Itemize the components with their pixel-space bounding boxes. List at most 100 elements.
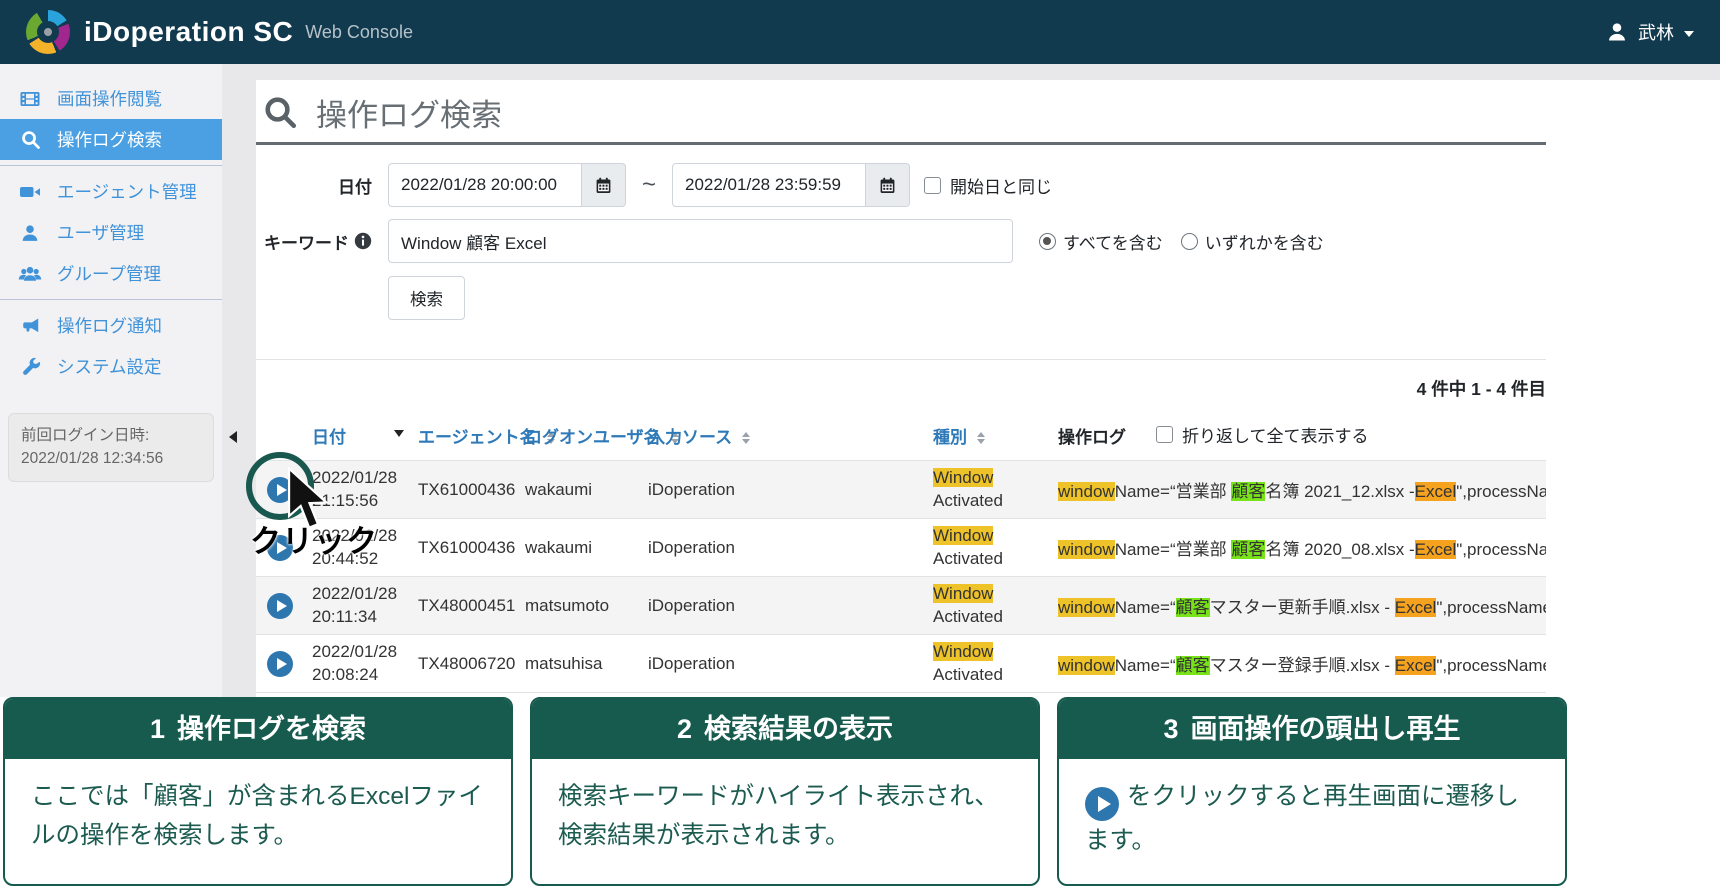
keyword-row: キーワード すべてを含む いずれかを含む	[256, 219, 1720, 263]
same-day-checkbox[interactable]	[924, 176, 942, 194]
tutorial-card-1: 1 操作ログを検索 ここでは「顧客」が含まれるExcelファイルの操作を検索します…	[3, 697, 513, 886]
column-header-label: 入力ソース	[648, 427, 733, 447]
sort-icon[interactable]	[742, 431, 751, 445]
date-from-calendar-button[interactable]	[582, 163, 626, 207]
tutorial-card-2: 2 検索結果の表示 検索キーワードがハイライト表示され、検索結果が表示されます。	[530, 697, 1040, 886]
search-form: 日付 ~	[256, 163, 1720, 320]
play-button[interactable]	[267, 650, 293, 677]
main-content: 操作ログ検索 日付 2022/01/28 20:00:00 ~ 2022/01/…	[256, 80, 1720, 693]
page-title-row: 操作ログ検索	[256, 80, 1546, 145]
sidebar-item[interactable]: 操作ログ通知	[0, 305, 222, 346]
keyword-input[interactable]	[388, 219, 1013, 263]
wrap-toggle[interactable]: 折り返して全て表示する	[1156, 422, 1369, 447]
wrap-checkbox-label: 折り返して全て表示する	[1182, 427, 1369, 446]
user-icon	[1609, 23, 1625, 41]
card-1-header: 1 操作ログを検索	[5, 699, 511, 759]
card-2-body: 検索キーワードがハイライト表示され、検索結果が表示されます。	[558, 783, 999, 850]
sidebar-divider	[0, 299, 222, 300]
column-header[interactable]: 入力ソース	[640, 408, 925, 461]
cell-kind: Window Activated	[933, 526, 1003, 568]
card-1-body: ここでは「顧客」が含まれるExcelファイルの操作を検索します。	[31, 783, 483, 850]
sidebar-item[interactable]: ユーザ管理	[0, 212, 222, 253]
cell-agent: TX61000436	[418, 479, 516, 499]
sidebar-item[interactable]: グループ管理	[0, 253, 222, 294]
match-all-label: すべてを含む	[1063, 233, 1163, 253]
brand-suffix: Web Console	[305, 21, 413, 42]
top-navbar: iDoperation SC Web Console 武林	[0, 0, 1720, 64]
same-day-toggle[interactable]: 開始日と同じ	[924, 173, 1052, 198]
result-count: 4 件中 1 - 4 件目	[1416, 379, 1546, 399]
column-header[interactable]: ログオンユーザ名	[517, 408, 679, 461]
click-annotation: クリック	[250, 524, 378, 559]
sidebar-item-label: 操作ログ検索	[57, 130, 162, 150]
calendar-icon	[880, 177, 895, 193]
log-table: 日付 エージェント名 ログオンユーザ名 入力ソース 種別 操作ログ 折り返して全て表示する …	[256, 408, 1546, 693]
date-to-group	[672, 163, 911, 207]
sidebar-item[interactable]: システム設定	[0, 346, 222, 387]
chevron-down-icon	[1684, 30, 1694, 37]
cell-input-source: iDoperation	[648, 479, 735, 499]
match-all-radio[interactable]	[1039, 232, 1056, 250]
play-icon	[1085, 787, 1119, 821]
date-from-group	[388, 163, 626, 207]
sidebar-item-label: ユーザ管理	[57, 223, 145, 243]
app-logo-icon	[26, 10, 70, 54]
card-3-body: をクリックすると再生画面に遷移します。	[1059, 759, 1565, 878]
cell-operation-log: windowName=“顧客マスター登録手順.xlsx - Excel",pro…	[1058, 656, 1546, 675]
keyword-label: キーワード	[264, 233, 349, 253]
match-any-label: いずれかを含む	[1204, 233, 1324, 253]
date-label: 日付	[338, 177, 372, 197]
column-header-label: 種別	[933, 427, 967, 447]
search-icon	[18, 129, 42, 151]
cell-operation-log: windowName=“営業部 顧客名簿 2021_12.xlsx -Excel…	[1058, 482, 1546, 501]
film-icon	[18, 88, 42, 110]
date-to-input[interactable]	[672, 163, 867, 207]
section-divider	[256, 359, 1546, 360]
same-day-label: 開始日と同じ	[950, 177, 1053, 197]
match-any-option[interactable]: いずれかを含む	[1180, 229, 1324, 254]
match-any-radio[interactable]	[1180, 232, 1198, 250]
video-camera-icon	[18, 181, 42, 203]
date-to-calendar-button[interactable]	[866, 163, 911, 207]
search-button[interactable]: 検索	[388, 276, 465, 320]
play-button[interactable]	[267, 592, 293, 619]
sidebar-gutter	[222, 64, 256, 697]
date-row: 日付 ~	[256, 163, 1720, 207]
user-menu[interactable]: 武林	[1606, 19, 1694, 45]
keyword-label-wrap: キーワード	[256, 229, 372, 254]
cell-operation-log: windowName=“営業部 顧客名簿 2020_08.xlsx -Excel…	[1058, 540, 1546, 559]
cell-agent: TX48000451	[418, 595, 516, 615]
date-range-separator: ~	[642, 171, 657, 198]
sidebar-item[interactable]: 操作ログ検索	[0, 119, 222, 160]
sort-desc-icon[interactable]	[394, 430, 404, 437]
tutorial-card-3: 3 画面操作の頭出し再生 をクリックすると再生画面に遷移します。	[1057, 697, 1567, 886]
users-icon	[18, 263, 42, 285]
card-3-number: 3	[1163, 714, 1179, 744]
cell-input-source: iDoperation	[648, 653, 735, 673]
sidebar-collapse-icon[interactable]	[229, 431, 237, 443]
card-1-title: 操作ログを検索	[177, 714, 367, 744]
sidebar-item[interactable]: エージェント管理	[0, 171, 222, 212]
wrap-checkbox[interactable]	[1156, 426, 1173, 443]
info-icon[interactable]	[354, 232, 372, 250]
table-row: 2022/01/28 20:08:24 TX48006720 matsuhisa iDo…	[256, 634, 1546, 693]
column-header[interactable]: エージェント名	[410, 408, 555, 461]
search-title-icon	[265, 97, 297, 129]
top-gray-band	[256, 64, 1720, 80]
card-2-number: 2	[676, 714, 693, 744]
brand-name: iDoperation SC	[84, 16, 294, 47]
sort-icon[interactable]	[977, 431, 985, 445]
last-login-label: 前回ログイン日時:	[21, 427, 150, 444]
table-row: 2022/01/28 20:44:52 TX61000436 wakaumi iDope…	[256, 518, 1546, 577]
date-from-input[interactable]	[388, 163, 582, 207]
match-all-option[interactable]: すべてを含む	[1039, 229, 1163, 254]
column-header[interactable]: 日付	[304, 408, 410, 461]
search-button-row: 検索	[256, 275, 1720, 320]
card-2-title: 検索結果の表示	[704, 714, 894, 744]
column-header: 操作ログ 折り返して全て表示する	[1050, 408, 1546, 461]
column-header[interactable]: 種別	[925, 408, 1050, 461]
cell-operation-log: windowName=“顧客マスター更新手順.xlsx - Excel",pro…	[1058, 598, 1546, 617]
page-title: 操作ログ検索	[316, 97, 502, 133]
sidebar-divider	[0, 165, 222, 166]
sidebar-item[interactable]: 画面操作閲覧	[0, 78, 222, 119]
